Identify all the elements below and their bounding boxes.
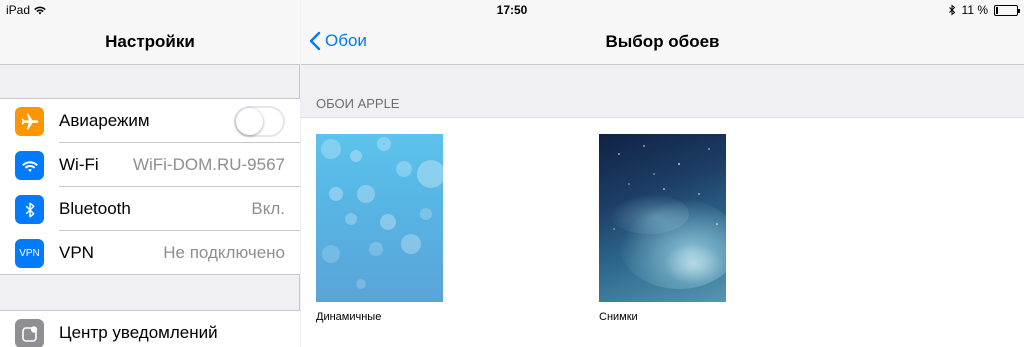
- sidebar-item-airplane-mode[interactable]: Авиарежим: [0, 99, 300, 143]
- wallpaper-caption: Динамичные: [316, 311, 382, 323]
- sidebar-item-wifi[interactable]: Wi-Fi WiFi-DOM.RU-9567: [0, 143, 300, 187]
- wifi-icon: [15, 151, 44, 180]
- notifications-icon: [15, 319, 44, 347]
- wallpaper-dynamic[interactable]: Динамичные: [316, 134, 443, 323]
- wifi-network-name: WiFi-DOM.RU-9567: [132, 155, 285, 174]
- battery-fill: [996, 6, 998, 14]
- bluetooth-icon: [15, 195, 44, 224]
- sidebar-item-label: Авиарежим: [59, 111, 150, 130]
- ipad-screen: Настройки Авиарежим Wi-Fi WiFi-DOM.RU-95…: [0, 0, 1024, 347]
- settings-sidebar: Настройки Авиарежим Wi-Fi WiFi-DOM.RU-95…: [0, 0, 300, 347]
- bluetooth-status-icon: [948, 4, 955, 16]
- bokeh-pattern: [321, 137, 443, 289]
- settings-group-notifications: Центр уведомлений: [0, 310, 300, 347]
- vpn-icon: VPN: [15, 239, 44, 268]
- wallpaper-grid: Динамичные Снимки: [301, 117, 1024, 347]
- sidebar-item-vpn[interactable]: VPN VPN Не подключено: [0, 231, 300, 275]
- sidebar-item-label: Bluetooth: [59, 199, 131, 218]
- vpn-status: Не подключено: [163, 243, 285, 262]
- sidebar-item-label: VPN: [59, 243, 94, 262]
- airplane-icon: [15, 107, 44, 136]
- settings-group-connectivity: Авиарежим Wi-Fi WiFi-DOM.RU-9567 Bluetoo…: [0, 98, 300, 275]
- sidebar-title: Настройки: [105, 32, 195, 51]
- sidebar-item-label: Wi-Fi: [59, 155, 99, 174]
- wallpaper-stills-thumbnail[interactable]: [599, 134, 726, 302]
- bluetooth-status: Вкл.: [251, 199, 285, 218]
- airplane-mode-toggle[interactable]: [234, 106, 285, 137]
- wallpaper-dynamic-thumbnail[interactable]: [316, 134, 443, 302]
- battery-icon: [994, 4, 1020, 16]
- wallpaper-detail-pane: Обои Выбор обоев ОБОИ APPLE Динамичные С…: [301, 0, 1024, 347]
- battery-percent: 11 %: [961, 3, 988, 17]
- sidebar-item-notification-center[interactable]: Центр уведомлений: [0, 311, 300, 347]
- toggle-knob: [236, 108, 263, 135]
- sidebar-item-label: Центр уведомлений: [59, 323, 218, 342]
- wallpaper-stills[interactable]: Снимки: [599, 134, 726, 323]
- page-title: Выбор обоев: [605, 32, 720, 51]
- section-header: ОБОИ APPLE: [316, 96, 400, 111]
- wallpaper-caption: Снимки: [599, 311, 638, 323]
- galaxy-image: [609, 145, 726, 289]
- status-right: 11 %: [948, 3, 1020, 17]
- sidebar-item-bluetooth[interactable]: Bluetooth Вкл.: [0, 187, 300, 231]
- status-bar: iPad 17:50 11 %: [0, 0, 1024, 20]
- status-time: 17:50: [496, 3, 528, 17]
